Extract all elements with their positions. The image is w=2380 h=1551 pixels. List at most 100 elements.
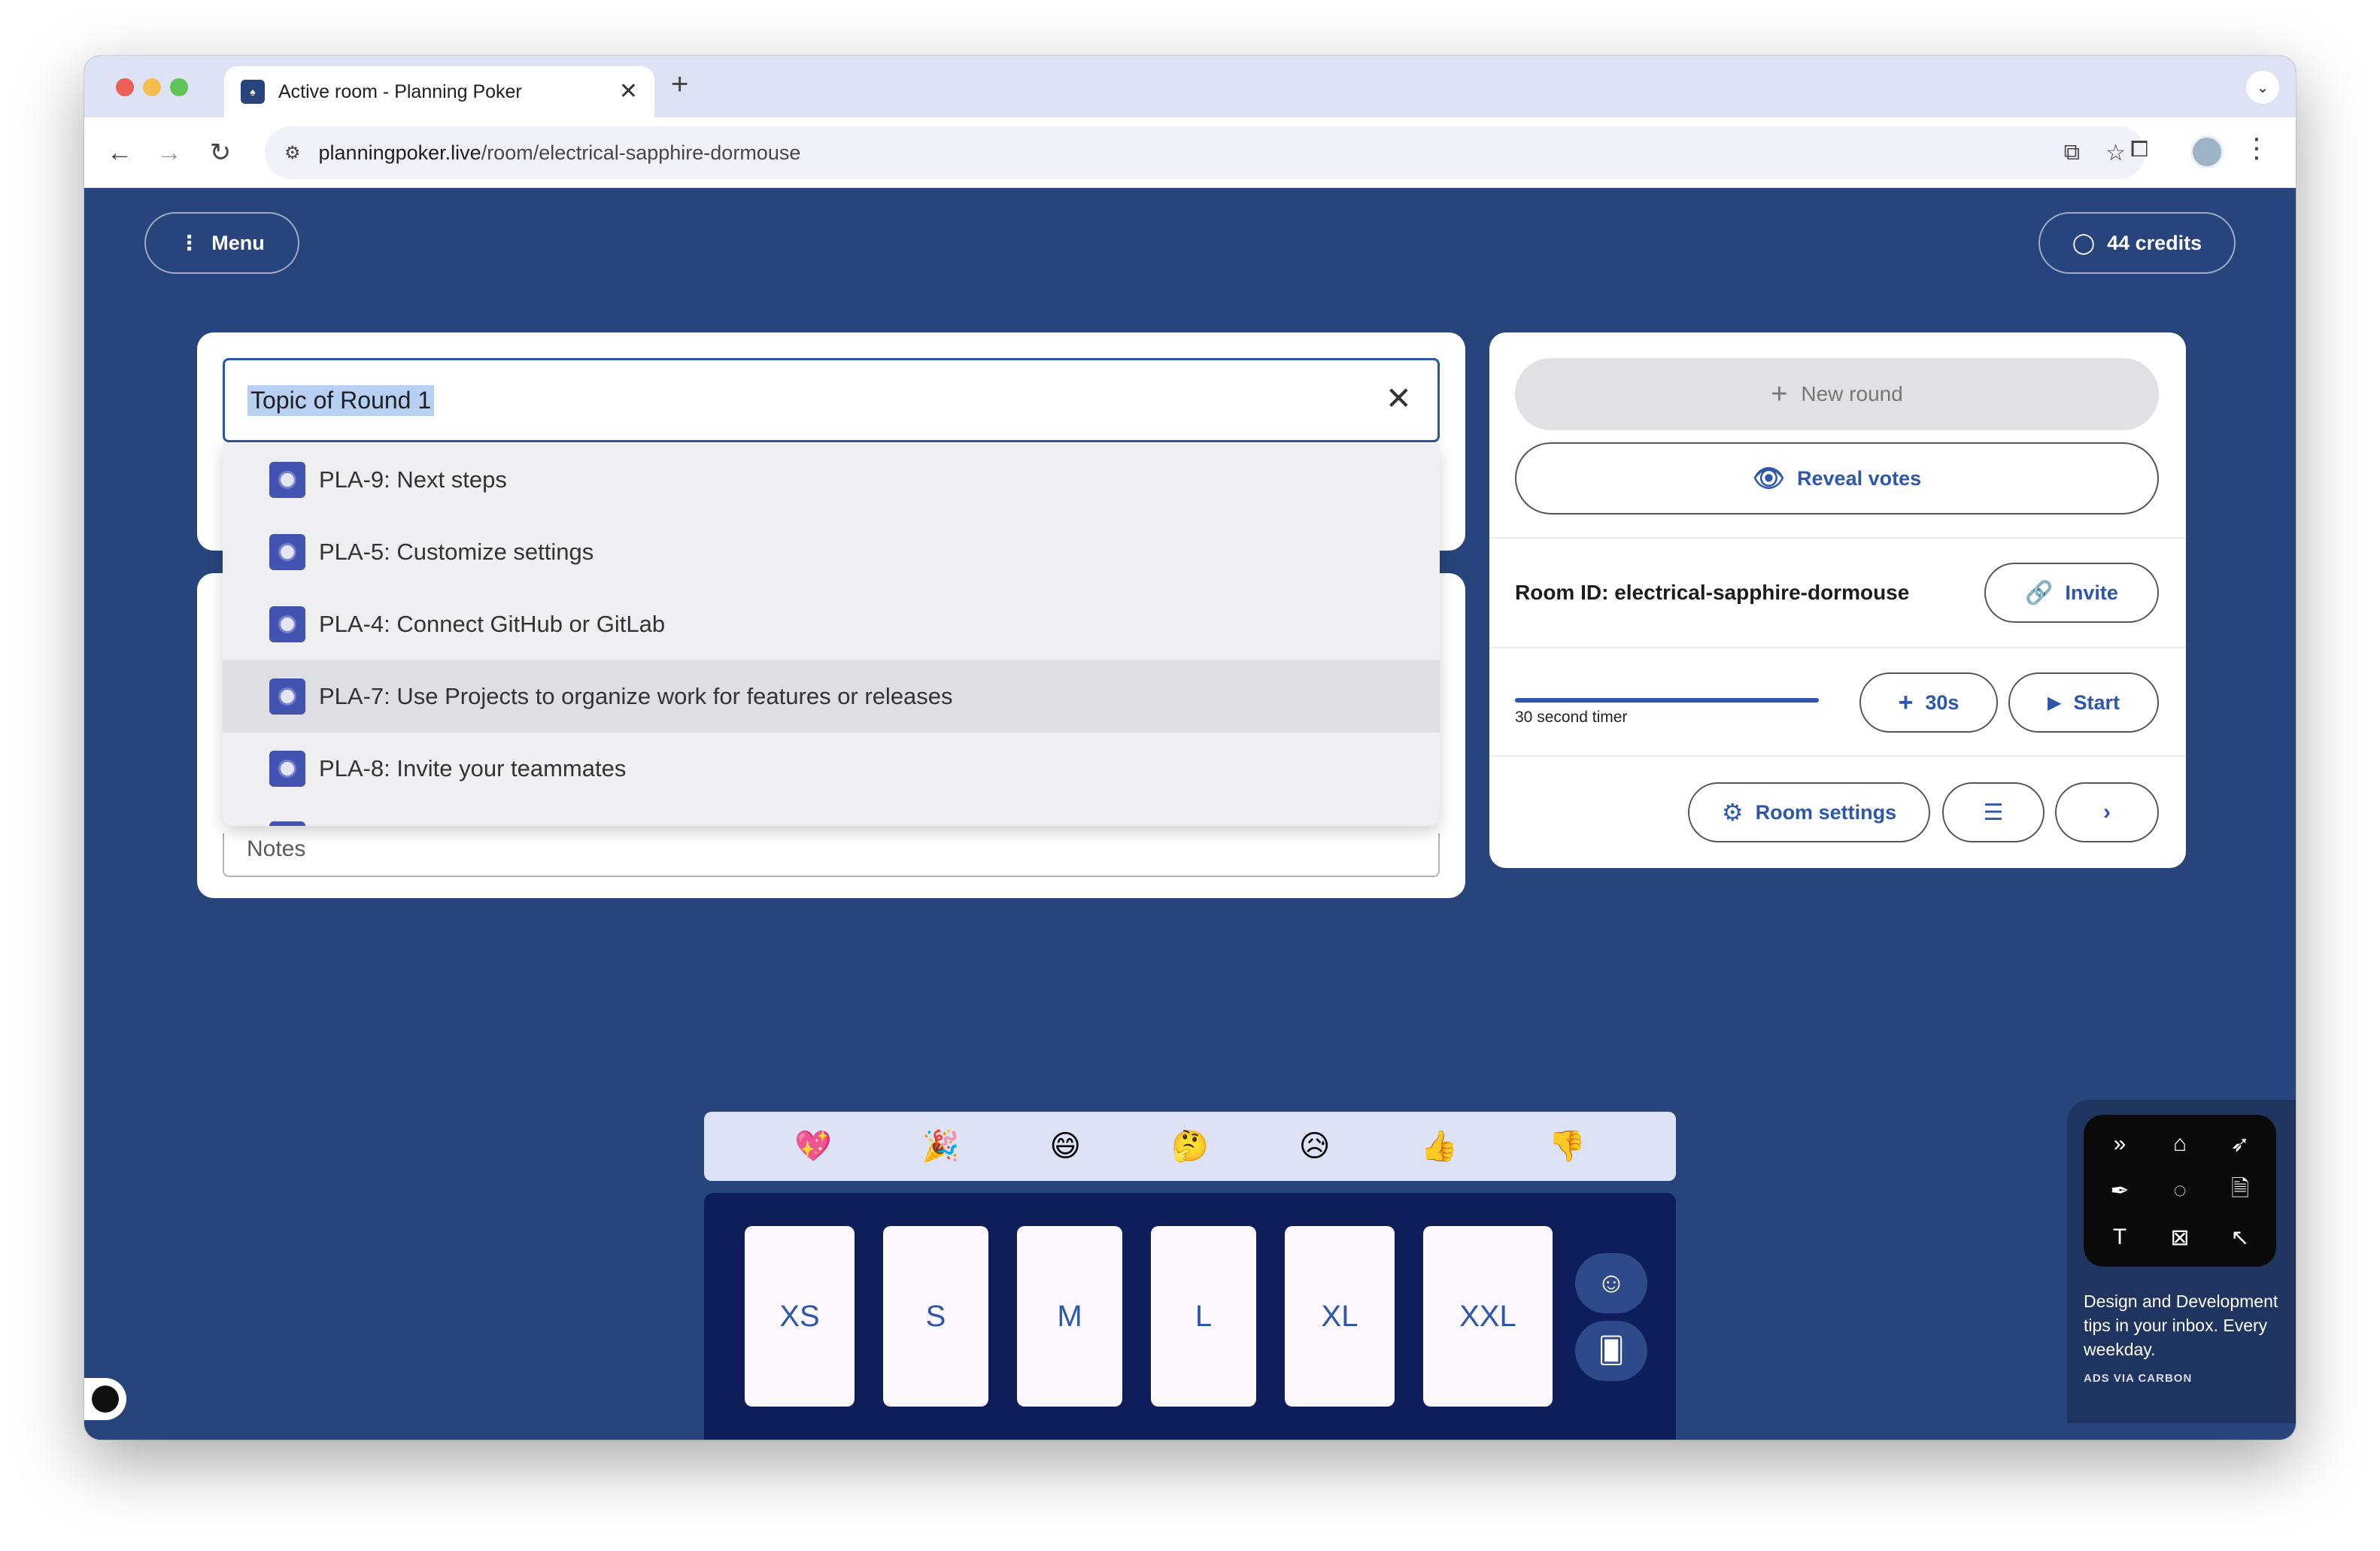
suggestion-label: PLA-7: Use Projects to organize work for… bbox=[319, 683, 953, 709]
extensions-puzzle-icon[interactable]: ⧠ bbox=[2130, 137, 2148, 162]
reaction-button[interactable]: 👍 bbox=[1420, 1131, 1458, 1161]
open-in-app-icon[interactable]: ⧉ bbox=[2064, 140, 2080, 166]
timer-label: 30 second timer bbox=[1515, 709, 1628, 726]
suggestion-label: PLA-9: Next steps bbox=[319, 466, 507, 493]
url-path: /room/electrical-sapphire-dormouse bbox=[481, 141, 801, 164]
vote-card-l[interactable]: L bbox=[1151, 1226, 1256, 1407]
lasso-icon: ◌ bbox=[2173, 1178, 2187, 1203]
vote-card-xl[interactable]: XL bbox=[1285, 1226, 1395, 1407]
site-info-icon[interactable]: ⚙ bbox=[284, 142, 301, 164]
address-bar[interactable]: ⚙ planningpoker.live/room/electrical-sap… bbox=[265, 126, 2145, 179]
reaction-button[interactable]: 😄 bbox=[1049, 1131, 1081, 1161]
new-round-button[interactable]: + New round bbox=[1515, 358, 2159, 430]
tab-search-chevron-icon[interactable]: ⌄ bbox=[2246, 71, 2279, 104]
menu-label: Menu bbox=[211, 231, 265, 254]
close-window-button[interactable] bbox=[116, 78, 134, 96]
forward-arrow-icon[interactable]: → bbox=[150, 134, 188, 171]
issue-tracker-icon bbox=[269, 678, 305, 715]
gear-icon: ⚙ bbox=[1721, 799, 1744, 826]
image-frame-icon: ⊠ bbox=[2170, 1225, 2190, 1250]
divider bbox=[1489, 537, 2186, 539]
reaction-button[interactable]: 💖 bbox=[794, 1131, 832, 1161]
vote-card-xxl[interactable]: XXL bbox=[1423, 1226, 1553, 1407]
suggestion-item[interactable]: PLA-5: Customize settings bbox=[223, 516, 1440, 588]
browser-tab-active[interactable]: ♠ Active room - Planning Poker ✕ bbox=[224, 66, 654, 117]
eye-icon: 👁 bbox=[1752, 464, 1786, 493]
ad-via-label[interactable]: ADS VIA CARBON bbox=[2084, 1372, 2279, 1385]
suggestion-item[interactable]: PLA-4: Connect GitHub or GitLab bbox=[223, 588, 1440, 660]
suggestion-item[interactable]: PLA-9: Next steps bbox=[223, 444, 1440, 516]
tab-title: Active room - Planning Poker bbox=[278, 80, 522, 102]
reaction-button[interactable]: 🎉 bbox=[922, 1131, 960, 1161]
ad-text[interactable]: Design and Development tips in your inbo… bbox=[2084, 1289, 2279, 1361]
start-timer-button[interactable]: ▶ Start bbox=[2008, 672, 2159, 733]
divider bbox=[1489, 647, 2186, 648]
topic-input-value: Topic of Round 1 bbox=[247, 384, 435, 416]
reload-icon[interactable]: ↻ bbox=[202, 134, 239, 171]
add-30s-button[interactable]: + 30s bbox=[1859, 672, 1998, 733]
smile-icon: ☺ bbox=[1596, 1267, 1626, 1299]
suggestion-label: PLA-5: Customize settings bbox=[319, 539, 594, 565]
suggestion-item[interactable]: PLA-8: Invite your teammates bbox=[223, 733, 1440, 805]
text-icon: T bbox=[2112, 1225, 2127, 1249]
url-host: planningpoker.live bbox=[318, 141, 481, 164]
plus-icon: + bbox=[1771, 378, 1788, 410]
issue-tracker-icon bbox=[269, 606, 305, 642]
suggestion-item[interactable]: PLA-7: Use Projects to organize work for… bbox=[223, 660, 1440, 733]
reveal-votes-button[interactable]: 👁 Reveal votes bbox=[1515, 442, 2159, 514]
deck-cards-button[interactable]: 🂠 bbox=[1575, 1321, 1647, 1381]
list-icon: ☰ bbox=[1983, 800, 2004, 825]
issue-tracker-icon bbox=[269, 821, 305, 826]
suggestion-label: PLA-8: Invite your teammates bbox=[319, 755, 627, 782]
new-round-label: New round bbox=[1801, 382, 1903, 405]
maximize-window-button[interactable] bbox=[170, 78, 188, 96]
more-vertical-icon[interactable]: ⋮ bbox=[2243, 132, 2270, 164]
emoji-smile-button[interactable]: ☺ bbox=[1575, 1253, 1647, 1313]
new-tab-button[interactable]: + bbox=[671, 69, 688, 99]
invite-label: Invite bbox=[2065, 581, 2118, 604]
ad-image[interactable]: » ⌂ ➶ ✒ ◌ 🗎 T ⊠ ↖ bbox=[2084, 1115, 2276, 1267]
room-id-text: Room ID: electrical-sapphire-dormouse bbox=[1515, 581, 1910, 604]
notes-field[interactable]: Notes bbox=[223, 833, 1440, 877]
issue-tracker-icon bbox=[269, 462, 305, 498]
bookmark-star-icon[interactable]: ☆ bbox=[2105, 140, 2126, 166]
issue-tracker-icon bbox=[269, 751, 305, 787]
room-settings-button[interactable]: ⚙ Room settings bbox=[1688, 782, 1930, 842]
link-icon: 🔗 bbox=[2025, 580, 2054, 606]
clear-close-icon[interactable]: ✕ bbox=[1386, 383, 1412, 414]
reaction-button[interactable]: 🤔 bbox=[1171, 1131, 1209, 1161]
back-arrow-icon[interactable]: ← bbox=[101, 134, 138, 171]
browser-toolbar: ← → ↻ ⚙ planningpoker.live/room/electric… bbox=[84, 117, 2296, 188]
credits-button[interactable]: ◯ 44 credits bbox=[2038, 212, 2236, 274]
pen-icon: ✒ bbox=[2110, 1178, 2130, 1203]
issue-tracker-icon bbox=[269, 534, 305, 570]
reaction-button[interactable]: 😥 bbox=[1299, 1131, 1331, 1161]
vote-card-m[interactable]: M bbox=[1017, 1226, 1122, 1407]
list-view-button[interactable]: ☰ bbox=[1942, 782, 2045, 842]
tab-close-icon[interactable]: ✕ bbox=[619, 80, 638, 103]
vote-card-xs[interactable]: XS bbox=[745, 1226, 855, 1407]
topic-suggestions-dropdown: PLA-9: Next steps PLA-5: Customize settin… bbox=[223, 444, 1440, 826]
double-chevron-icon: » bbox=[2113, 1131, 2127, 1156]
vote-card-s[interactable]: S bbox=[883, 1226, 988, 1407]
invite-button[interactable]: 🔗 Invite bbox=[1984, 563, 2159, 623]
expand-chevron-button[interactable]: › bbox=[2055, 782, 2159, 842]
profile-avatar[interactable] bbox=[2190, 135, 2224, 168]
reveal-votes-label: Reveal votes bbox=[1797, 466, 1922, 490]
document-icon: 🗎 bbox=[2230, 1176, 2250, 1201]
divider bbox=[1489, 755, 2186, 757]
planning-poker-favicon-icon: ♠ bbox=[241, 80, 265, 104]
suggestion-label: PLA-4: Connect GitHub or GitLab bbox=[319, 611, 666, 637]
tab-strip: ♠ Active room - Planning Poker ✕ + ⌄ bbox=[84, 56, 2296, 117]
github-link[interactable] bbox=[84, 1378, 126, 1420]
menu-button[interactable]: ⋮ Menu bbox=[144, 212, 299, 274]
topic-input[interactable]: Topic of Round 1 ✕ bbox=[223, 358, 1440, 442]
reaction-button[interactable]: 👎 bbox=[1548, 1131, 1586, 1161]
start-label: Start bbox=[2073, 691, 2120, 714]
credits-coin-icon: ◯ bbox=[2072, 231, 2096, 254]
add-30s-label: 30s bbox=[1925, 691, 1960, 714]
carbon-ad[interactable]: » ⌂ ➶ ✒ ◌ 🗎 T ⊠ ↖ Design and Development… bbox=[2067, 1100, 2296, 1423]
minimize-window-button[interactable] bbox=[143, 78, 161, 96]
play-icon: ▶ bbox=[2048, 692, 2062, 713]
url-text: planningpoker.live/room/electrical-sapph… bbox=[319, 141, 801, 165]
